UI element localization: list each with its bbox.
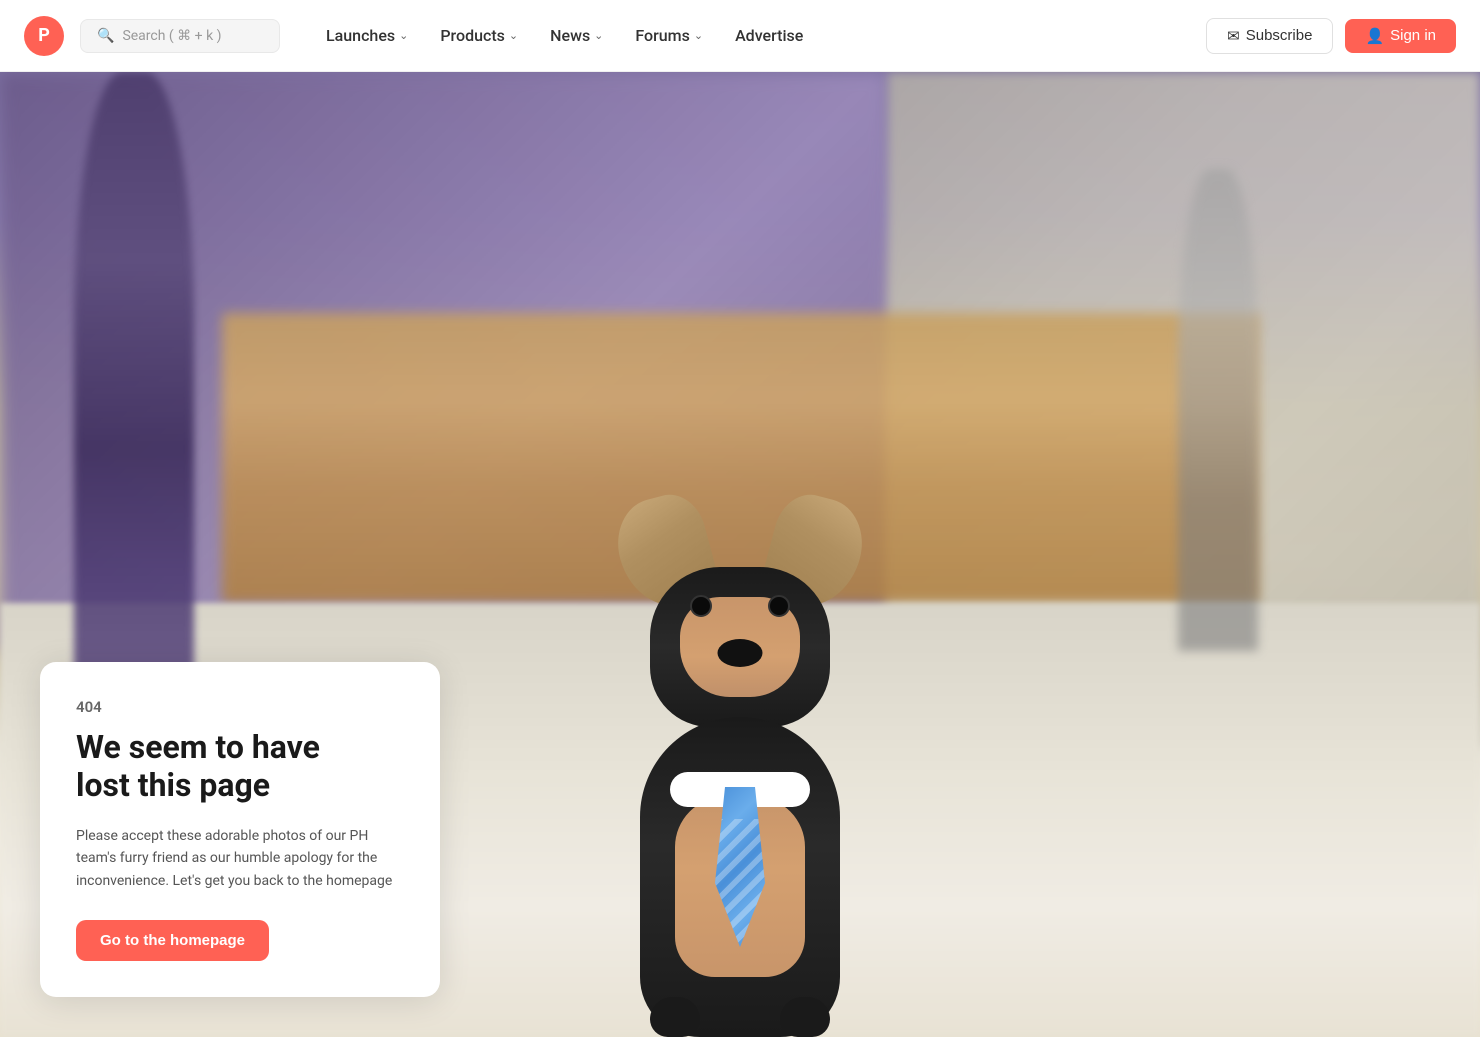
dog-figure — [580, 417, 900, 1037]
logo-letter: P — [38, 25, 50, 46]
chevron-down-icon: ⌄ — [694, 29, 703, 42]
nav-item-forums[interactable]: Forums ⌄ — [621, 18, 717, 53]
subscribe-icon: ✉ — [1227, 27, 1240, 45]
logo-button[interactable]: P — [24, 16, 64, 56]
nav-products-label: Products — [440, 26, 505, 45]
nav-news-label: News — [550, 26, 590, 45]
go-to-homepage-button[interactable]: Go to the homepage — [76, 920, 269, 961]
signin-label: Sign in — [1390, 27, 1436, 44]
search-placeholder: Search ( ⌘ + k ) — [122, 28, 221, 44]
nav-item-products[interactable]: Products ⌄ — [426, 18, 532, 53]
error-card: 404 We seem to have lost this page Pleas… — [40, 662, 440, 997]
nav-launches-label: Launches — [326, 26, 395, 45]
nav-item-advertise[interactable]: Advertise — [721, 18, 817, 53]
nav-forums-label: Forums — [635, 26, 689, 45]
dog-nose — [718, 639, 763, 667]
nav-item-launches[interactable]: Launches ⌄ — [312, 18, 422, 53]
navbar: P 🔍 Search ( ⌘ + k ) Launches ⌄ Products… — [0, 0, 1480, 72]
signin-icon: 👤 — [1365, 27, 1384, 45]
error-description: Please accept these adorable photos of o… — [76, 825, 404, 892]
nav-advertise-label: Advertise — [735, 26, 803, 45]
homepage-btn-label: Go to the homepage — [100, 932, 245, 949]
signin-button[interactable]: 👤 Sign in — [1345, 19, 1456, 53]
error-title-line2: lost this page — [76, 766, 270, 804]
error-code: 404 — [76, 698, 404, 716]
search-box[interactable]: 🔍 Search ( ⌘ + k ) — [80, 19, 280, 53]
error-title: We seem to have lost this page — [76, 728, 404, 805]
chevron-down-icon: ⌄ — [594, 29, 603, 42]
dog-eye-left — [690, 595, 712, 617]
dog-illustration — [530, 287, 950, 1037]
chevron-down-icon: ⌄ — [399, 29, 408, 42]
dog-paw-right — [780, 997, 830, 1037]
chevron-down-icon: ⌄ — [509, 29, 518, 42]
bg-person-right — [1178, 169, 1258, 652]
search-icon: 🔍 — [97, 28, 114, 44]
error-title-line1: We seem to have — [76, 728, 320, 766]
subscribe-button[interactable]: ✉ Subscribe — [1206, 18, 1333, 54]
bg-person-left — [74, 72, 194, 699]
nav-item-news[interactable]: News ⌄ — [536, 18, 617, 53]
nav-links: Launches ⌄ Products ⌄ News ⌄ Forums ⌄ Ad… — [312, 18, 1198, 53]
dog-eye-right — [768, 595, 790, 617]
dog-paw-left — [650, 997, 700, 1037]
subscribe-label: Subscribe — [1246, 27, 1313, 44]
nav-right: ✉ Subscribe 👤 Sign in — [1206, 18, 1456, 54]
